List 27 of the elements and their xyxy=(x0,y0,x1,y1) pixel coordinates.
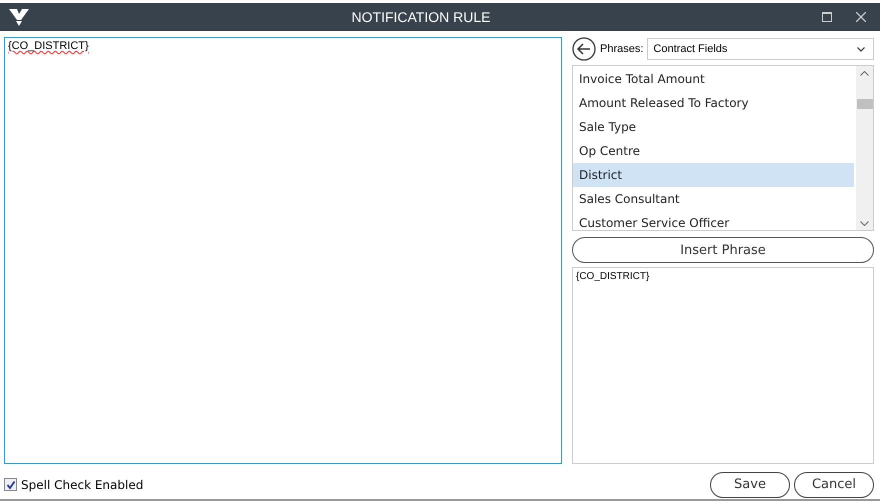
phrases-label: Phrases: xyxy=(600,43,644,55)
scrollbar-thumb[interactable] xyxy=(856,98,872,108)
chevron-up-icon[interactable] xyxy=(860,71,869,76)
maximize-icon[interactable] xyxy=(822,12,832,22)
editor-field[interactable]: {CO_DISTRICT} xyxy=(4,37,562,464)
scrollbar[interactable] xyxy=(856,66,873,230)
close-icon[interactable] xyxy=(856,12,866,22)
phrase-item[interactable]: Invoice Total Amount xyxy=(573,67,854,91)
phrase-item[interactable]: Op Centre xyxy=(573,139,854,163)
phrase-item[interactable]: District xyxy=(573,163,854,187)
phrase-item[interactable]: Amount Released To Factory xyxy=(573,91,854,115)
save-button[interactable]: Save xyxy=(710,472,790,498)
preview-text: {CO_DISTRICT} xyxy=(576,271,650,282)
window-title: NOTIFICATION RULE xyxy=(350,9,492,25)
logo-icon xyxy=(8,8,30,26)
chevron-down-icon xyxy=(857,46,865,52)
preview-field[interactable]: {CO_DISTRICT} xyxy=(572,267,874,464)
cancel-button[interactable]: Cancel xyxy=(794,472,874,498)
phrase-item[interactable]: Sale Type xyxy=(573,115,854,139)
insert-phrase-button[interactable]: Insert Phrase xyxy=(572,237,874,263)
phrase-item[interactable]: Customer Service Officer xyxy=(573,211,854,235)
category-dropdown[interactable]: Contract Fields xyxy=(647,38,874,60)
editor-text: {CO_DISTRICT} xyxy=(8,40,89,52)
chevron-down-icon[interactable] xyxy=(860,221,869,226)
spell-check-checkbox[interactable] xyxy=(4,478,17,491)
phrase-item[interactable]: Sales Consultant xyxy=(573,187,854,211)
spell-check-label: Spell Check Enabled xyxy=(21,478,144,492)
